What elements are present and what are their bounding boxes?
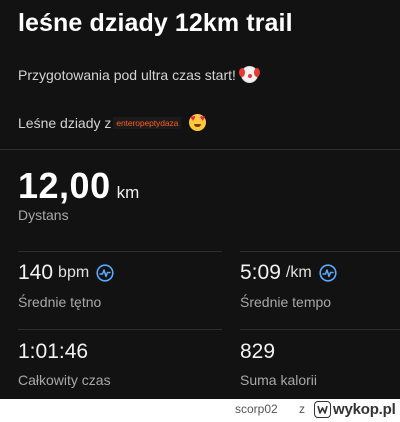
cell-divider [18, 329, 222, 330]
heart-rate-chart-icon[interactable] [96, 264, 114, 282]
pace-unit: /km [285, 264, 312, 281]
wykop-wordmark: wykop.pl [333, 401, 396, 418]
calories-number: 829 [240, 340, 276, 363]
heart-rate-value: 140 bpm [18, 261, 114, 285]
pace-value: 5:09 /km [240, 261, 337, 285]
total-time-label: Całkowity czas [18, 372, 111, 388]
heart-rate-label: Średnie tętno [18, 294, 102, 310]
heart-rate-number: 140 [18, 261, 54, 284]
description-line-2: Leśne dziady z enteropeptydaza [18, 113, 207, 131]
watermark-author: scorp02 [235, 402, 278, 416]
wykop-badge-icon [314, 401, 331, 418]
distance-unit: km [116, 183, 140, 202]
pace-number: 5:09 [240, 261, 281, 284]
total-time-value: 1:01:46 [18, 340, 88, 364]
activity-title: leśne dziady 12km trail [18, 9, 293, 37]
wykop-logo: wykop.pl [314, 401, 396, 418]
description-line-1: Przygotowania pod ultra czas start! [18, 66, 260, 83]
pace-chart-icon[interactable] [319, 264, 337, 282]
heart-rate-unit: bpm [58, 264, 90, 281]
pace-label: Średnie tempo [240, 294, 332, 310]
section-divider [0, 149, 400, 150]
calories-value: 829 [240, 340, 275, 364]
calories-label: Suma kalorii [240, 372, 318, 388]
distance-value: 12,00 km [18, 165, 139, 207]
cell-divider [240, 329, 400, 330]
user-mention-link[interactable]: enteropeptydaza [113, 116, 182, 129]
total-time-number: 1:01:46 [18, 340, 89, 363]
description-text: Przygotowania pod ultra czas start! [18, 66, 236, 83]
heart-eyes-emoji-icon [189, 113, 207, 131]
watermark-separator: z [299, 402, 305, 416]
clown-emoji-icon [238, 66, 260, 83]
description-prefix: Leśne dziady z [18, 114, 112, 131]
distance-label: Dystans [18, 207, 69, 223]
cell-divider [18, 251, 222, 252]
distance-number: 12,00 [18, 165, 111, 206]
cell-divider [240, 251, 400, 252]
